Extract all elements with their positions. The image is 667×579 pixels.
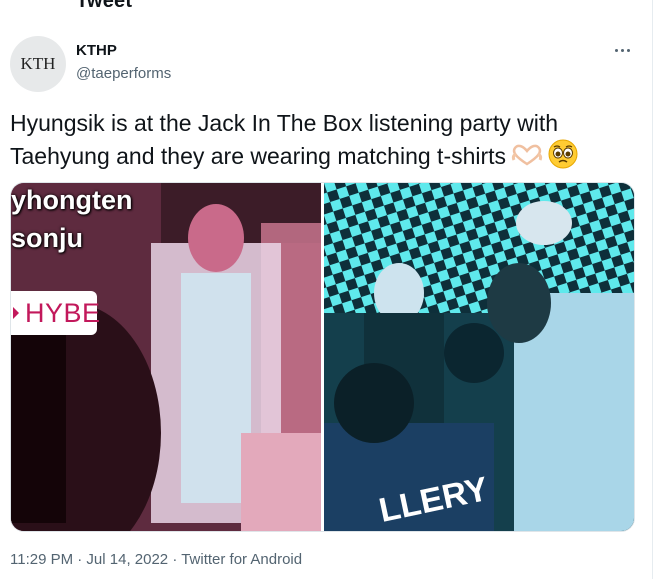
- avatar[interactable]: KTH: [10, 36, 66, 92]
- tag-arrow-icon: [13, 307, 19, 319]
- avatar-text: KTH: [20, 54, 56, 73]
- more-dots-icon: [614, 48, 630, 52]
- tweet-text-line-1: Hyungsik is at the Jack In The Box liste…: [10, 110, 559, 136]
- page-header: Tweet: [0, 0, 652, 14]
- photo-right[interactable]: LLERY: [324, 183, 634, 531]
- photo-overlay-line-2: sonju: [11, 223, 83, 253]
- pleading-face-icon: [548, 139, 578, 177]
- photo-right-art: LLERY: [324, 183, 634, 531]
- author-handle[interactable]: @taeperforms: [76, 65, 171, 82]
- author-name[interactable]: KTHP: [76, 42, 117, 59]
- column-divider: [652, 0, 653, 579]
- heart-hands-icon: [510, 143, 544, 174]
- photo-left[interactable]: yhongten sonju HYBE: [11, 183, 321, 531]
- tweet-text-line-2: Taehyung and they are wearing matching t…: [10, 143, 507, 170]
- tweet-text: Hyungsik is at the Jack In The Box liste…: [10, 108, 646, 177]
- hybe-tag: HYBE: [11, 291, 100, 335]
- page-title: Tweet: [76, 0, 133, 12]
- photo-overlay-line-1: yhongten: [11, 185, 133, 215]
- more-options-button[interactable]: [606, 38, 638, 62]
- tweet-timestamp[interactable]: 11:29 PM · Jul 14, 2022 · Twitter for An…: [10, 551, 302, 568]
- hybe-tag-label: HYBE: [25, 297, 101, 328]
- tweet-media[interactable]: yhongten sonju HYBE LLERY: [10, 182, 635, 532]
